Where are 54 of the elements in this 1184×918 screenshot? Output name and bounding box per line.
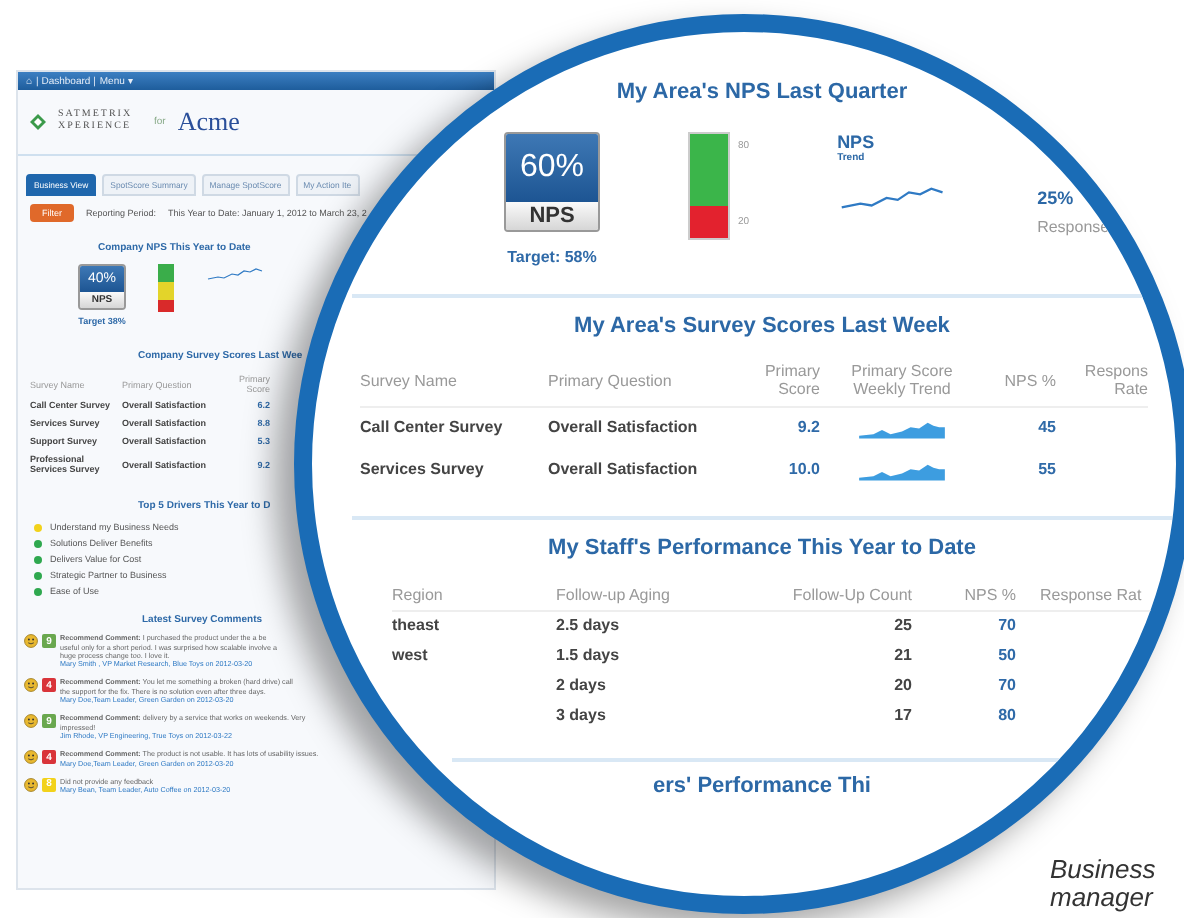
client-logo: Acme: [177, 106, 240, 138]
nps-score-badge: 60% NPS: [504, 132, 600, 232]
table-cell-text: 25: [892, 614, 912, 639]
table-cell-text: 3 days: [556, 703, 608, 728]
section-title: My Area's NPS Last Quarter: [614, 78, 910, 108]
gauge-segment: [690, 134, 728, 207]
gauge-drawing: [158, 264, 174, 312]
table-cell-text: 17: [892, 703, 912, 728]
table-cell-text: 70: [996, 673, 1016, 698]
column-header: NPS %: [1002, 369, 1056, 394]
trend-title: NPS: [837, 132, 877, 152]
column-header: Primary Score Weekly Trend: [849, 360, 955, 403]
table-cell-text: 2 days: [556, 673, 608, 698]
column-header: Follow-Up Count: [790, 583, 912, 608]
table-cell-text: 10.0: [786, 458, 820, 483]
table-cell-text: 1.5 days: [556, 643, 622, 668]
target-label: Target: 58%: [507, 248, 597, 266]
diamond-logo-icon: [30, 114, 46, 130]
table-cell-text: theast: [392, 614, 442, 639]
column-header: Primary Score: [762, 360, 820, 403]
smiley-face-icon: [24, 750, 38, 765]
table-cell-text: 45: [1036, 416, 1056, 441]
section-title: My Area's Survey Scores Last Week: [572, 314, 952, 342]
column-header: Follow-up Aging: [556, 583, 672, 608]
section-title: My Staff's Performance This Year to Date: [546, 535, 978, 564]
column-header: Primary Question: [548, 369, 674, 394]
section-title: ers' Performance Thi: [651, 774, 873, 799]
responses-value: 25%: [1037, 188, 1076, 208]
column-header: NPS %: [962, 583, 1016, 608]
table-cell-text: Call Center Survey: [360, 416, 505, 441]
smiley-face-icon: [24, 634, 38, 649]
column-header: Respons Rate: [1082, 360, 1148, 403]
table-cell-text: 70: [996, 614, 1016, 639]
table-cell-text: 55: [1036, 458, 1056, 483]
table-cell-text: 20: [892, 673, 912, 698]
table-cell-text: 80: [996, 703, 1016, 728]
smiley-face-icon: [24, 777, 38, 792]
column-header: Response Rat: [1040, 583, 1144, 608]
table-cell-text: Overall Satisfaction: [548, 458, 700, 483]
table-cell-text: west: [392, 643, 430, 668]
table-cell-text: Services Survey: [360, 458, 486, 483]
table-cell-text: 21: [892, 643, 912, 668]
table-cell-text: 50: [996, 643, 1016, 668]
smiley-face-icon: [24, 678, 38, 693]
trend-sparkline: [206, 264, 266, 284]
caption-text: Business: [1050, 856, 1156, 885]
table-cell-text: 9.2: [795, 416, 820, 441]
smiley-face-icon: [24, 714, 38, 729]
table-cell-text: 2.5 days: [556, 614, 622, 639]
caption-text: manager: [1050, 884, 1156, 914]
column-header: Survey Name: [360, 369, 459, 394]
table-cell-text: Overall Satisfaction: [548, 416, 700, 441]
column-header: Region: [392, 583, 445, 608]
responses-label: Response: [1037, 218, 1110, 236]
